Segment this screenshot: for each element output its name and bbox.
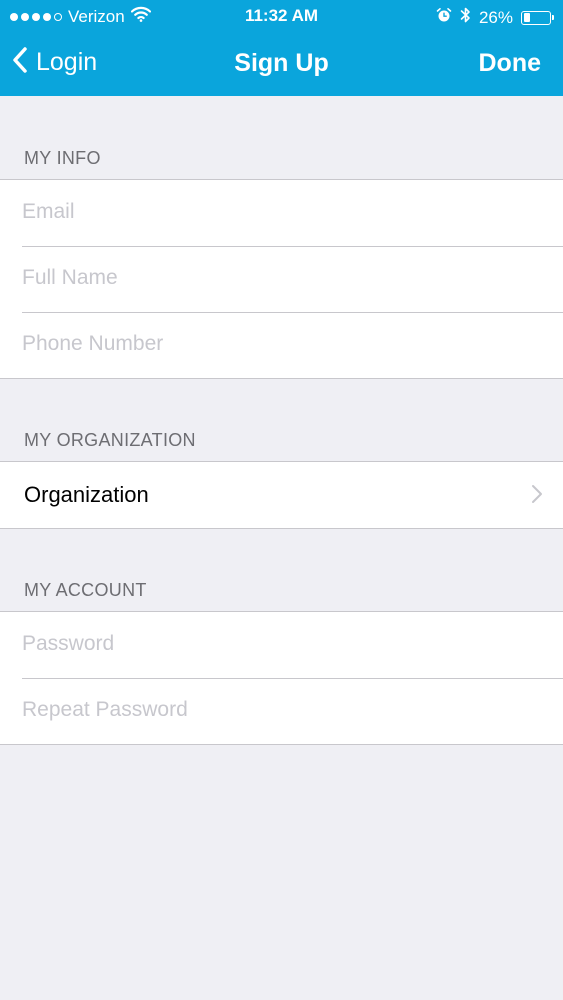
my-organization-group: Organization [0, 461, 563, 529]
bluetooth-icon [460, 6, 471, 29]
full-name-field[interactable] [22, 246, 542, 310]
battery-icon [521, 10, 554, 25]
repeat-password-row [0, 678, 563, 744]
navigation-bar: Login Sign Up Done [0, 32, 563, 96]
status-right: 26% [436, 6, 554, 29]
status-bar: Verizon 11:32 AM 26% [0, 0, 563, 32]
password-field[interactable] [22, 612, 542, 676]
phone-number-field[interactable] [22, 312, 542, 376]
organization-row[interactable]: Organization [0, 462, 563, 528]
done-button[interactable]: Done [479, 49, 542, 78]
section-header-my-account: MY ACCOUNT [24, 580, 147, 600]
organization-label: Organization [24, 482, 149, 507]
repeat-password-field[interactable] [22, 678, 542, 742]
chevron-right-icon [531, 484, 543, 509]
full-name-row [0, 246, 563, 312]
my-account-group [0, 611, 563, 745]
header: Verizon 11:32 AM 26% Login Sign Up Done [0, 0, 563, 96]
alarm-icon [436, 7, 452, 28]
password-row [0, 612, 563, 678]
my-info-group [0, 179, 563, 379]
section-header-my-info: MY INFO [24, 148, 101, 168]
section-header-my-organization: MY ORGANIZATION [24, 430, 196, 450]
email-field[interactable] [22, 180, 542, 244]
battery-percent: 26% [478, 7, 513, 27]
battery-level [523, 13, 530, 22]
email-row [0, 180, 563, 246]
phone-number-row [0, 312, 563, 378]
